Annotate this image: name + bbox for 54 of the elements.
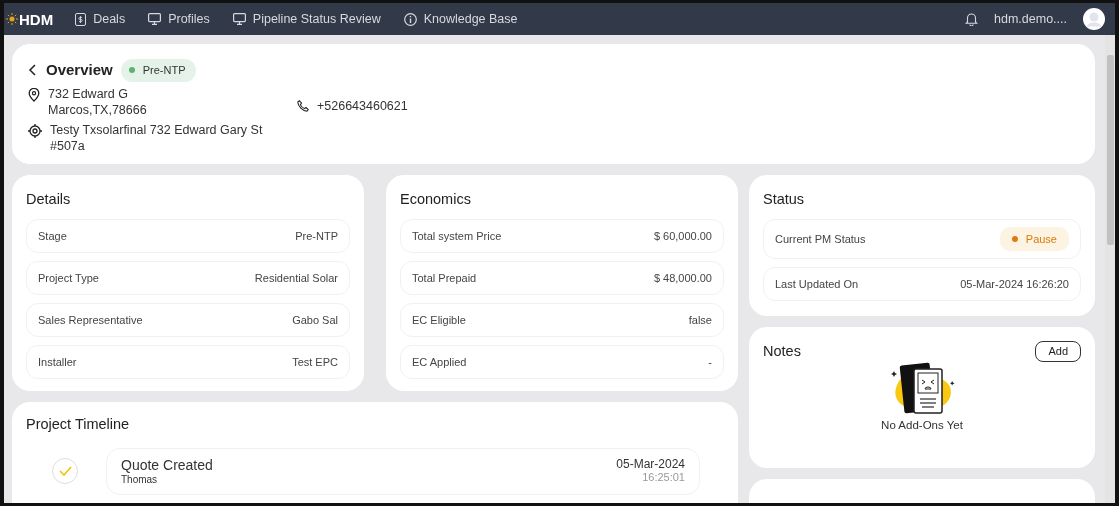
monitor-icon: [148, 13, 162, 25]
phone-number: +526643460621: [317, 97, 408, 114]
field-value: 05-Mar-2024 16:26:20: [960, 276, 1069, 292]
field-value: false: [688, 312, 712, 328]
target-icon: [28, 124, 42, 138]
scrollbar-thumb[interactable]: [1106, 55, 1114, 245]
field-value: Pre-NTP: [295, 228, 338, 244]
nav-link[interactable]: Deals: [75, 9, 126, 29]
field-label: Last Updated On: [775, 276, 859, 292]
overview-title: Overview: [46, 60, 113, 80]
section-title: Notes: [763, 342, 801, 361]
location-pin-icon: [28, 87, 40, 102]
dollar-icon: [75, 12, 87, 26]
monitor-icon: [232, 13, 246, 25]
field-label: Project Type: [38, 270, 99, 286]
field-value: $ 48,000.00: [653, 270, 712, 286]
address-text: 732 Edward G Marcos,TX,78666: [48, 85, 147, 118]
site-address-text: Testy Txsolarfinal 732 Edward Gary St #507a: [50, 122, 263, 155]
event-author: Thomas: [121, 473, 159, 486]
section-title: Economics: [400, 190, 472, 209]
logo-text[interactable]: HDM: [19, 11, 54, 27]
field-value: $ 60,000.00: [653, 228, 712, 244]
field-label: Current PM Status: [775, 231, 866, 247]
stage-badge: Pre-NTP: [120, 59, 196, 82]
add-button[interactable]: Add: [1035, 341, 1081, 362]
status-badge: Pause: [999, 226, 1069, 251]
nav-link[interactable]: Pipeline Status Review: [232, 9, 381, 29]
event-title: Quote Created: [121, 456, 213, 474]
field-label: Total system Price: [412, 228, 502, 244]
sun-icon: [6, 13, 18, 25]
field-label: Total Prepaid: [412, 270, 477, 286]
user-name[interactable]: hdm.demo....: [994, 9, 1067, 29]
nav-link[interactable]: Knowledge Base: [403, 9, 518, 29]
nav-link[interactable]: Profiles: [148, 9, 210, 29]
section-title: Status: [763, 190, 806, 209]
phone-icon: [297, 99, 309, 112]
avatar-icon[interactable]: [1083, 8, 1105, 30]
event-time: 16:25:01: [641, 471, 685, 485]
back-icon[interactable]: [28, 64, 38, 77]
bell-icon[interactable]: [965, 12, 979, 26]
empty-state-text: No Add-Ons Yet: [880, 417, 964, 433]
field-label: Stage: [38, 228, 67, 244]
field-value: Gabo Sal: [292, 312, 338, 328]
field-value: Test EPC: [292, 354, 338, 370]
field-label: EC Eligible: [412, 312, 466, 328]
field-label: EC Applied: [412, 354, 467, 370]
section-title: Details: [26, 190, 72, 209]
info-icon: [403, 12, 417, 26]
section-title: Project Timeline: [26, 415, 131, 434]
field-value: Residential Solar: [254, 270, 338, 286]
field-label: Installer: [38, 354, 77, 370]
field-value: -: [708, 354, 712, 370]
event-date: 05-Mar-2024: [616, 456, 685, 472]
field-label: Sales Representative: [38, 312, 143, 328]
